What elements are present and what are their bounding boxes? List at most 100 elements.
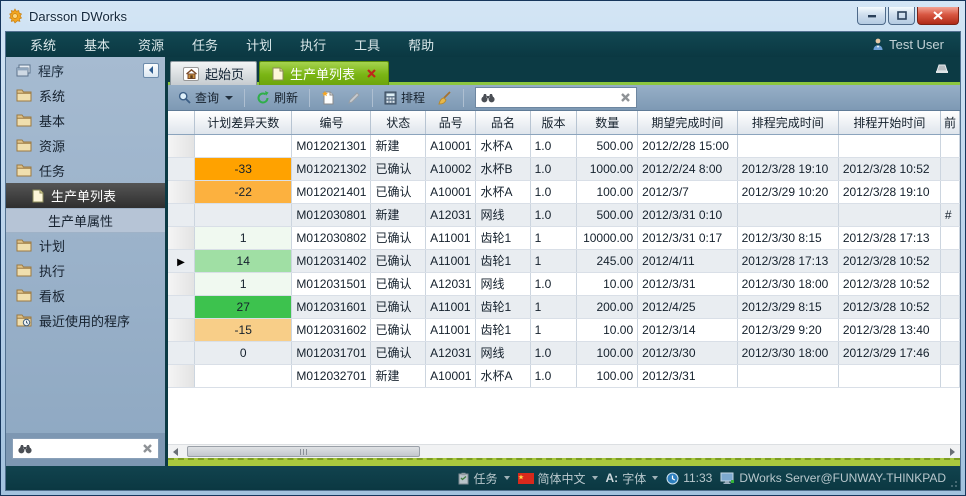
cell-品名[interactable]: 网线 (476, 341, 530, 364)
table-row[interactable]: 1M012030802已确认A11001齿轮1110000.002012/3/3… (168, 226, 960, 249)
cell-前[interactable] (940, 364, 959, 387)
cell-状态[interactable]: 已确认 (371, 226, 426, 249)
cell-状态[interactable]: 已确认 (371, 180, 426, 203)
cell-排程完成时间[interactable]: 2012/3/28 17:13 (737, 249, 838, 272)
cell-编号[interactable]: M012031402 (292, 249, 371, 272)
cell-期望完成时间[interactable]: 2012/3/31 0:10 (638, 203, 737, 226)
cell-品号[interactable]: A12031 (426, 272, 476, 295)
statusbar-language[interactable]: 简体中文 (518, 470, 598, 487)
row-indicator-cell[interactable] (168, 295, 195, 318)
cell-品号[interactable]: A11001 (426, 318, 476, 341)
table-row[interactable]: 1M012031501已确认A12031网线1.010.002012/3/312… (168, 272, 960, 295)
cell-计划差异天数[interactable] (195, 134, 292, 157)
scrollbar-thumb[interactable] (187, 446, 420, 457)
cell-前[interactable] (940, 249, 959, 272)
tab-close-icon[interactable] (367, 69, 376, 78)
cell-品号[interactable]: A12031 (426, 341, 476, 364)
minimize-button[interactable] (857, 7, 886, 25)
column-header-品名[interactable]: 品名 (476, 111, 530, 134)
cell-排程完成时间[interactable]: 2012/3/28 19:10 (737, 157, 838, 180)
column-header-版本[interactable]: 版本 (530, 111, 577, 134)
cell-排程开始时间[interactable]: 2012/3/29 17:46 (838, 341, 940, 364)
cell-前[interactable] (940, 295, 959, 318)
cell-排程开始时间[interactable]: 2012/3/28 19:10 (838, 180, 940, 203)
cell-品名[interactable]: 水杯A (476, 134, 530, 157)
cell-数量[interactable]: 100.00 (577, 341, 638, 364)
cell-数量[interactable]: 100.00 (577, 364, 638, 387)
cell-版本[interactable]: 1.0 (530, 134, 577, 157)
cell-计划差异天数[interactable]: -15 (195, 318, 292, 341)
cell-计划差异天数[interactable]: -22 (195, 180, 292, 203)
cell-前[interactable] (940, 134, 959, 157)
menu-item[interactable]: 计划 (232, 32, 286, 57)
cell-数量[interactable]: 10.00 (577, 318, 638, 341)
cell-排程开始时间[interactable]: 2012/3/28 17:13 (838, 226, 940, 249)
row-indicator-cell[interactable] (168, 180, 195, 203)
row-indicator-cell[interactable] (168, 341, 195, 364)
cell-编号[interactable]: M012030802 (292, 226, 371, 249)
statusbar-font[interactable]: A: 字体 (606, 470, 659, 487)
tab-起始页[interactable]: 起始页 (170, 61, 257, 85)
cell-数量[interactable]: 10000.00 (577, 226, 638, 249)
cell-期望完成时间[interactable]: 2012/4/25 (638, 295, 737, 318)
cell-版本[interactable]: 1.0 (530, 157, 577, 180)
user-badge[interactable]: Test User (872, 37, 950, 52)
cell-品名[interactable]: 齿轮1 (476, 318, 530, 341)
row-indicator-cell[interactable] (168, 157, 195, 180)
cell-数量[interactable]: 245.00 (577, 249, 638, 272)
clean-button[interactable] (433, 89, 456, 107)
cell-前[interactable] (940, 180, 959, 203)
close-button[interactable] (917, 7, 959, 25)
cell-状态[interactable]: 新建 (371, 364, 426, 387)
cell-品名[interactable]: 水杯B (476, 157, 530, 180)
menu-item[interactable]: 帮助 (394, 32, 448, 57)
cell-版本[interactable]: 1.0 (530, 341, 577, 364)
cell-数量[interactable]: 500.00 (577, 203, 638, 226)
cell-编号[interactable]: M012031601 (292, 295, 371, 318)
menu-item[interactable]: 资源 (124, 32, 178, 57)
cell-编号[interactable]: M012021401 (292, 180, 371, 203)
cell-前[interactable] (940, 157, 959, 180)
cell-排程完成时间[interactable]: 2012/3/30 18:00 (737, 341, 838, 364)
row-indicator-cell[interactable] (168, 134, 195, 157)
table-row[interactable]: M012030801新建A12031网线1.0500.002012/3/31 0… (168, 203, 960, 226)
cell-计划差异天数[interactable]: 14 (195, 249, 292, 272)
sidebar-item-最近使用的程序[interactable]: 最近使用的程序 (6, 308, 165, 333)
cell-数量[interactable]: 10.00 (577, 272, 638, 295)
cell-状态[interactable]: 已确认 (371, 318, 426, 341)
cell-排程开始时间[interactable] (838, 134, 940, 157)
cell-状态[interactable]: 已确认 (371, 341, 426, 364)
horizontal-scrollbar[interactable] (168, 444, 960, 458)
cell-品号[interactable]: A10002 (426, 157, 476, 180)
cell-品号[interactable]: A10001 (426, 364, 476, 387)
cell-编号[interactable]: M012031501 (292, 272, 371, 295)
cell-版本[interactable]: 1.0 (530, 272, 577, 295)
sidebar-item-生产单列表[interactable]: 生产单列表 (6, 183, 165, 208)
cell-品号[interactable]: A10001 (426, 180, 476, 203)
cell-状态[interactable]: 已确认 (371, 157, 426, 180)
cell-期望完成时间[interactable]: 2012/3/30 (638, 341, 737, 364)
edit-button[interactable] (343, 89, 365, 107)
cell-排程完成时间[interactable]: 2012/3/29 10:20 (737, 180, 838, 203)
table-row[interactable]: -15M012031602已确认A11001齿轮1110.002012/3/14… (168, 318, 960, 341)
toolbar-search-input[interactable] (500, 90, 615, 106)
cell-版本[interactable]: 1 (530, 318, 577, 341)
table-row[interactable]: M012021301新建A10001水杯A1.0500.002012/2/28 … (168, 134, 960, 157)
column-header-数量[interactable]: 数量 (577, 111, 638, 134)
sidebar-search-clear-icon[interactable] (142, 443, 153, 454)
cell-期望完成时间[interactable]: 2012/3/14 (638, 318, 737, 341)
cell-排程开始时间[interactable]: 2012/3/28 10:52 (838, 272, 940, 295)
cell-品名[interactable]: 齿轮1 (476, 249, 530, 272)
cell-前[interactable]: # (940, 203, 959, 226)
cell-编号[interactable]: M012030801 (292, 203, 371, 226)
cell-期望完成时间[interactable]: 2012/3/31 (638, 364, 737, 387)
row-indicator-cell[interactable] (168, 272, 195, 295)
cell-状态[interactable]: 已确认 (371, 295, 426, 318)
table-row[interactable]: M012032701新建A10001水杯A1.0100.002012/3/31 (168, 364, 960, 387)
cell-状态[interactable]: 新建 (371, 134, 426, 157)
sidebar-item-生产单属性[interactable]: 生产单属性 (6, 208, 165, 233)
sidebar-search-input[interactable] (37, 441, 137, 457)
scroll-right-button[interactable] (945, 445, 960, 459)
menu-item[interactable]: 系统 (16, 32, 70, 57)
sidebar-item-执行[interactable]: 执行 (6, 258, 165, 283)
